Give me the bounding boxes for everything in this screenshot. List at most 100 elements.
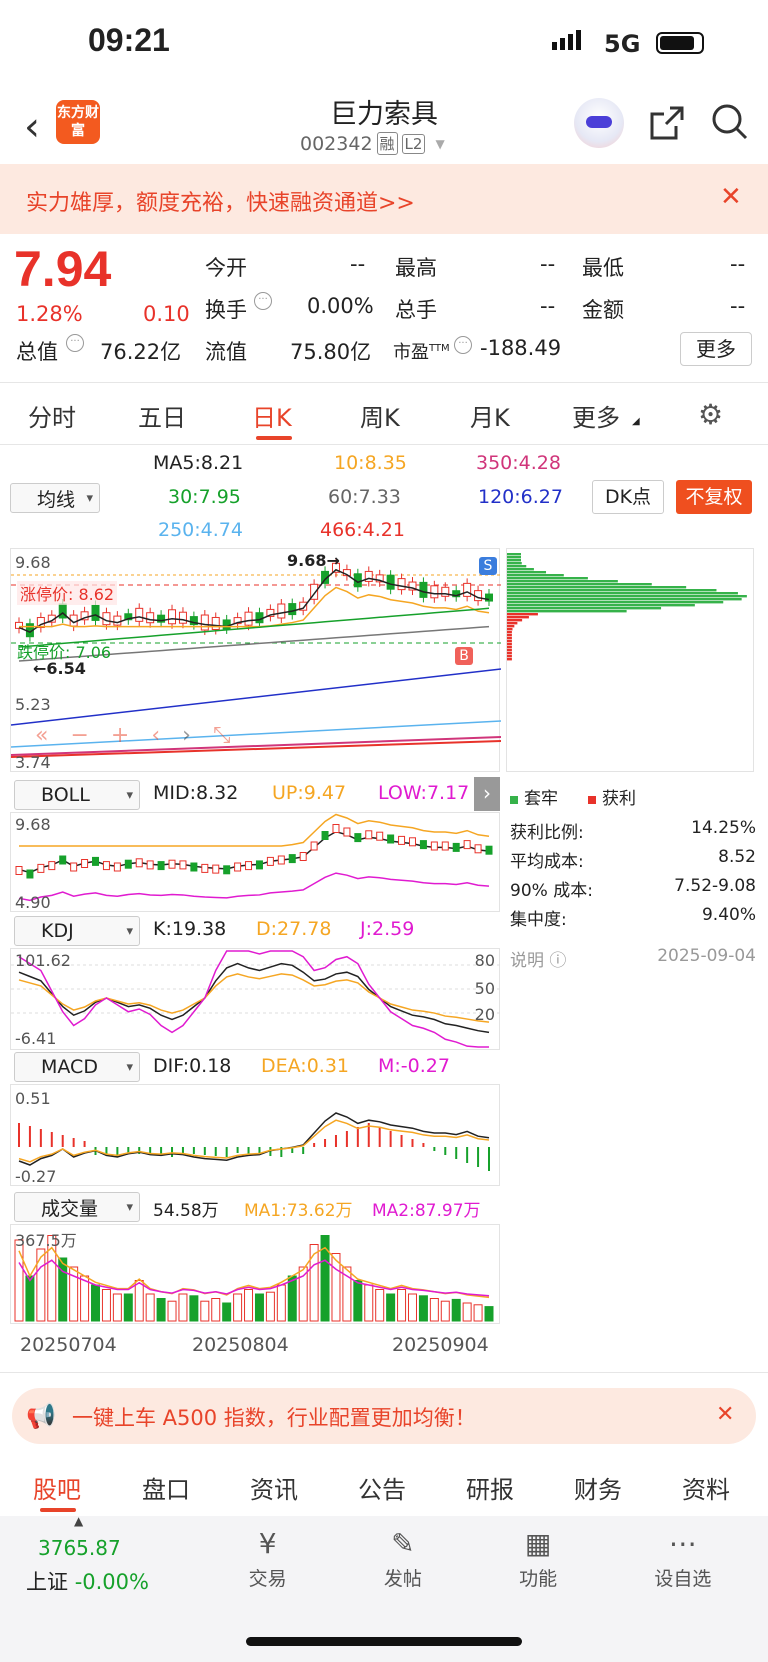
nav-post[interactable]: ✎ 发帖 [384, 1524, 422, 1591]
info-icon[interactable]: ··· [66, 334, 84, 352]
limit-down-label: 跌停价: 7.06 [17, 643, 112, 662]
nav-functions[interactable]: ▦ 功能 [519, 1524, 557, 1591]
prev-icon[interactable]: ‹ [151, 723, 160, 748]
dk-point-button[interactable]: DK点 [592, 480, 664, 514]
tab-weekly-k[interactable]: 周K [360, 398, 400, 433]
chip-bar [507, 634, 512, 637]
banner-text[interactable]: 实力雄厚，额度充裕，快速融资通道>> [26, 185, 415, 217]
tab-daily-k[interactable]: 日K [252, 398, 292, 433]
boll-candle [398, 835, 406, 845]
indicator-select-macd[interactable]: MACD [14, 1052, 140, 1082]
indicator-select-ma[interactable]: 均线 [10, 483, 100, 513]
pe-label: 市盈TTM [393, 342, 450, 363]
fast-back-icon[interactable]: « [35, 723, 48, 748]
macd-bar [345, 1131, 348, 1147]
sell-signal-badge[interactable]: S [479, 557, 497, 575]
macd-bar [61, 1135, 64, 1147]
stock-code-row[interactable]: 002342 融 L2 ▼ [300, 132, 445, 155]
tab-research[interactable]: 研报 [466, 1470, 514, 1505]
boll-mid-line [18, 830, 490, 874]
ma5-label: MA5:8.21 [153, 452, 244, 474]
candle-body [244, 611, 253, 626]
low-value: -- [730, 252, 746, 276]
volume-bar [91, 1284, 101, 1322]
tab-monthly-k[interactable]: 月K [470, 398, 510, 433]
macd-y-bottom: -0.27 [15, 1167, 57, 1186]
change-value: 0.10 [143, 302, 190, 326]
bottom-nav: ¥ 交易 ✎ 发帖 ▦ 功能 ⋯ 设自选 [200, 1524, 760, 1591]
info-icon[interactable]: ··· [454, 336, 472, 354]
candle-body [255, 612, 264, 624]
index-row[interactable]: 上证 -0.00% [26, 1566, 149, 1596]
gear-icon[interactable]: ⚙ [698, 398, 723, 431]
index-value[interactable]: 3765.87 [38, 1536, 121, 1560]
volume-bar [25, 1275, 35, 1322]
nav-trade[interactable]: ¥ 交易 [249, 1524, 287, 1591]
robot-assistant-icon[interactable] [574, 98, 624, 148]
chip-bar [507, 616, 529, 619]
home-indicator [246, 1637, 522, 1646]
tab-news[interactable]: 资讯 [250, 1470, 298, 1505]
market-cap-label: 总值 [16, 340, 58, 364]
volume-bar [211, 1298, 221, 1322]
kline-chart[interactable]: 9.68 5.23 3.74 9.68→ ←6.54 涨停价: 8.62 跌停价… [10, 548, 501, 772]
boll-candle [70, 862, 78, 872]
share-icon[interactable] [648, 104, 686, 146]
candle-body [178, 611, 187, 624]
more-button[interactable]: 更多 [680, 332, 752, 366]
high-value: -- [540, 252, 556, 276]
boll-candle [299, 852, 307, 861]
boll-candle [354, 833, 362, 843]
candle-body [277, 603, 286, 619]
expand-indicators-icon[interactable]: › [474, 777, 500, 811]
indicator-select-kdj[interactable]: KDJ [14, 916, 140, 946]
chip-row: 90% 成本: 7.52-9.08 [510, 876, 756, 905]
volume-y-top: 367.5万 [15, 1231, 77, 1250]
chip-bar [507, 577, 588, 580]
boll-candle [81, 859, 89, 868]
candle-body [419, 581, 428, 598]
indicator-select-boll[interactable]: BOLL [14, 780, 140, 810]
tab-more[interactable]: 更多 [572, 398, 620, 433]
indicator-select-volume[interactable]: 成交量 [14, 1192, 140, 1222]
nav-trade-label: 交易 [248, 1568, 287, 1590]
nav-add-watchlist[interactable]: ⋯ 设自选 [654, 1524, 711, 1591]
macd-bar [324, 1139, 327, 1147]
close-icon[interactable]: ✕ [716, 1402, 734, 1427]
expand-icon[interactable]: ⤡ [213, 723, 231, 748]
index-change: -0.00% [74, 1570, 149, 1594]
close-icon[interactable]: ✕ [720, 182, 742, 212]
chip-note-row[interactable]: 说明 ⓘ 2025-09-04 [510, 946, 756, 971]
boll-candle [430, 841, 438, 851]
tab-profile[interactable]: 资料 [682, 1470, 730, 1505]
chip-bar [507, 574, 564, 577]
tab-fenshi[interactable]: 分时 [28, 398, 76, 433]
volume-ma2: MA2:87.97万 [372, 1201, 481, 1221]
battery-icon [656, 32, 704, 54]
tab-pankou[interactable]: 盘口 [142, 1470, 190, 1505]
zoom-in-icon[interactable]: + [111, 723, 129, 748]
buy-signal-badge[interactable]: B [455, 647, 473, 665]
chip-bar [507, 646, 512, 649]
zoom-out-icon[interactable]: − [70, 723, 88, 748]
info-icon[interactable]: ··· [254, 292, 272, 310]
chip-bar [507, 658, 512, 661]
tab-guba[interactable]: 股吧 [33, 1470, 81, 1505]
macd-bar [488, 1147, 490, 1171]
promo-text[interactable]: 一键上车 A500 指数，行业配置更加均衡！ [72, 1402, 476, 1432]
tab-finance[interactable]: 财务 [574, 1470, 622, 1505]
no-adjust-button[interactable]: 不复权 [676, 480, 752, 514]
boll-mid: MID:8.32 [153, 782, 239, 804]
boll-candle [146, 860, 154, 870]
volume-bar [80, 1275, 90, 1322]
next-icon[interactable]: › [182, 723, 191, 748]
macd-bar [400, 1135, 403, 1147]
search-icon[interactable] [710, 102, 750, 146]
volume-bar [407, 1293, 417, 1322]
chip-bar [507, 610, 627, 613]
tab-announcements[interactable]: 公告 [358, 1470, 406, 1505]
boll-candle [408, 837, 416, 847]
chip-distribution [506, 548, 754, 772]
chip-bar [507, 592, 738, 595]
tab-five-day[interactable]: 五日 [138, 398, 186, 433]
